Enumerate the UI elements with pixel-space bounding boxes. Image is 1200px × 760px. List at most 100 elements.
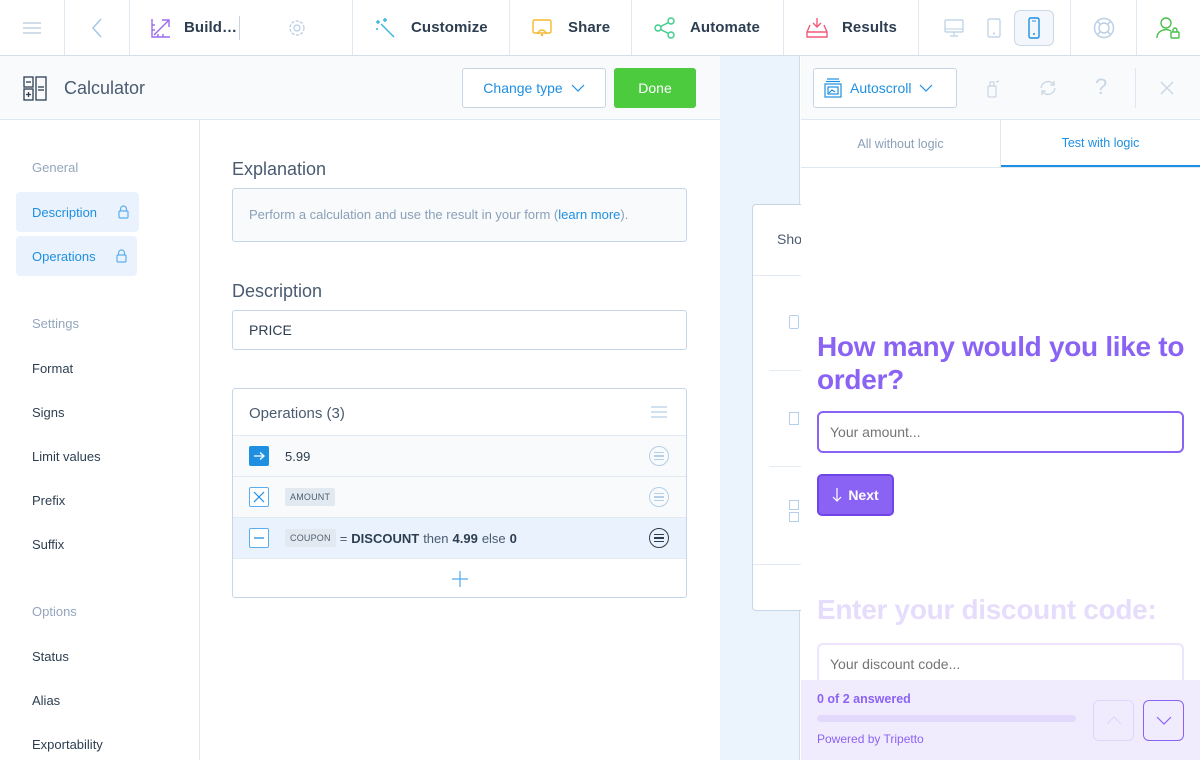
preview-footer: 0 of 2 answered Powered by Tripetto: [801, 680, 1200, 760]
operation-menu-icon[interactable]: [649, 528, 669, 548]
reset-icon[interactable]: [1038, 78, 1058, 98]
back-chevron-icon: [91, 18, 103, 38]
plus-icon: [451, 570, 468, 587]
operations-panel: Operations (3) 5.99 AMOUNT COUPON = DISC…: [232, 388, 687, 598]
back-button[interactable]: [65, 0, 130, 55]
sidebar-item-description[interactable]: Description: [16, 192, 139, 232]
operations-menu-icon[interactable]: [651, 406, 667, 418]
sidebar-item-exportability[interactable]: Exportability: [32, 737, 103, 752]
help-lifebuoy-icon: [1093, 17, 1115, 39]
results-tab[interactable]: Results: [784, 0, 919, 55]
sidebar-item-signs[interactable]: Signs: [32, 405, 65, 420]
explanation-title: Explanation: [232, 159, 327, 179]
customize-tab[interactable]: Customize: [353, 0, 510, 55]
sidebar-item-suffix[interactable]: Suffix: [32, 537, 64, 552]
editor-sidebar: General Description Operations Settings …: [0, 120, 200, 760]
desktop-icon[interactable]: [934, 10, 974, 46]
block-editor-content: Explanation Perform a calculation and us…: [200, 120, 720, 760]
magic-wand-icon: [375, 17, 397, 39]
tab-test-with-logic[interactable]: Test with logic: [1001, 120, 1200, 167]
subtract-icon: [249, 528, 269, 548]
automate-tab[interactable]: Automate: [632, 0, 784, 55]
next-label: Next: [848, 487, 879, 503]
operation-expression: COUPON = DISCOUNT then 4.99 else 0: [285, 529, 517, 547]
block-editor-header: Calculator Change type Done: [0, 56, 720, 120]
help-question-icon[interactable]: ?: [1095, 74, 1107, 100]
account-button[interactable]: [1137, 0, 1199, 55]
operation-row[interactable]: 5.99: [233, 435, 686, 476]
change-type-label: Change type: [483, 80, 563, 96]
match-value: DISCOUNT: [351, 530, 420, 546]
chevron-down-icon: [571, 84, 585, 92]
sidebar-item-limit-values[interactable]: Limit values: [32, 449, 101, 464]
description-input[interactable]: PRICE: [232, 310, 687, 350]
chevron-up-icon: [1106, 716, 1122, 725]
sidebar-item-label: Operations: [32, 248, 96, 264]
lock-icon: [118, 205, 129, 219]
share-screen-icon: [532, 18, 552, 38]
operation-menu-icon[interactable]: [649, 446, 669, 466]
phone-icon[interactable]: [1014, 9, 1054, 46]
next-button[interactable]: Next: [817, 474, 894, 516]
sidebar-item-prefix[interactable]: Prefix: [32, 493, 65, 508]
description-title: Description: [232, 281, 323, 301]
else-keyword: else: [481, 530, 506, 546]
sidebar-group-options: Options: [32, 604, 77, 619]
results-tray-icon: [806, 17, 828, 39]
variable-tag: COUPON: [285, 529, 336, 547]
question-2-input[interactable]: [817, 643, 1184, 685]
sidebar-group-settings: Settings: [32, 316, 79, 331]
share-tab[interactable]: Share: [510, 0, 632, 55]
then-keyword: then: [423, 530, 449, 546]
question-2-title: Enter your discount code:: [817, 594, 1157, 625]
device-switcher: [919, 0, 1071, 55]
preview-toolbar: Autoscroll ?: [801, 56, 1200, 120]
operation-row[interactable]: COUPON = DISCOUNT then 4.99 else 0: [233, 517, 686, 558]
change-type-button[interactable]: Change type: [462, 68, 606, 108]
sidebar-group-general: General: [32, 160, 79, 175]
operation-row[interactable]: AMOUNT: [233, 476, 686, 517]
sidebar-item-format[interactable]: Format: [32, 361, 73, 376]
learn-more-link[interactable]: learn more: [558, 207, 620, 222]
explanation-box: Perform a calculation and use the result…: [232, 188, 687, 242]
sidebar-item-label: Description: [32, 204, 98, 220]
close-icon[interactable]: [1160, 81, 1174, 95]
start-arrow-icon: [249, 446, 269, 466]
variable-tag: AMOUNT: [285, 488, 336, 506]
next-question-button[interactable]: [1143, 700, 1184, 741]
multiply-icon: [249, 487, 269, 507]
tablet-icon[interactable]: [974, 10, 1014, 46]
autoscroll-label: Autoscroll: [850, 80, 912, 96]
clear-spray-icon[interactable]: [986, 78, 1000, 98]
add-operation-button[interactable]: [233, 558, 686, 597]
powered-by-label[interactable]: Powered by Tripetto: [817, 732, 924, 746]
divider: [1135, 68, 1136, 108]
builder-canvas[interactable]: Sho: [720, 56, 812, 760]
tab-all-without-logic[interactable]: All without logic: [801, 120, 1001, 167]
build-tab[interactable]: Build…: [130, 0, 353, 55]
number-field-icon: [789, 315, 799, 329]
operation-menu-icon[interactable]: [649, 487, 669, 507]
hamburger-menu-icon: [23, 21, 41, 35]
done-button[interactable]: Done: [614, 68, 696, 108]
menu-button[interactable]: [0, 0, 65, 55]
question-1-title: How many would you like to order?: [817, 331, 1185, 395]
build-label: Build…: [184, 19, 238, 36]
previous-question-button[interactable]: [1093, 700, 1134, 741]
text-field-icon: [789, 412, 799, 425]
question-1-input[interactable]: [817, 411, 1184, 453]
share-label: Share: [568, 19, 611, 36]
arrow-down-icon: [832, 488, 842, 502]
autoscroll-icon: [824, 78, 842, 98]
help-button[interactable]: [1071, 0, 1137, 55]
sidebar-item-status[interactable]: Status: [32, 649, 69, 664]
user-lock-icon: [1156, 16, 1180, 40]
sidebar-item-alias[interactable]: Alias: [32, 693, 60, 708]
equals-sign: =: [339, 530, 348, 546]
gear-icon[interactable]: [288, 19, 306, 37]
preview-tabs: All without logic Test with logic: [801, 120, 1200, 168]
chevron-down-icon: [1156, 716, 1172, 725]
autoscroll-dropdown[interactable]: Autoscroll: [813, 68, 957, 108]
sidebar-item-operations[interactable]: Operations: [16, 236, 137, 276]
calculator-mini-icon: [789, 500, 799, 510]
